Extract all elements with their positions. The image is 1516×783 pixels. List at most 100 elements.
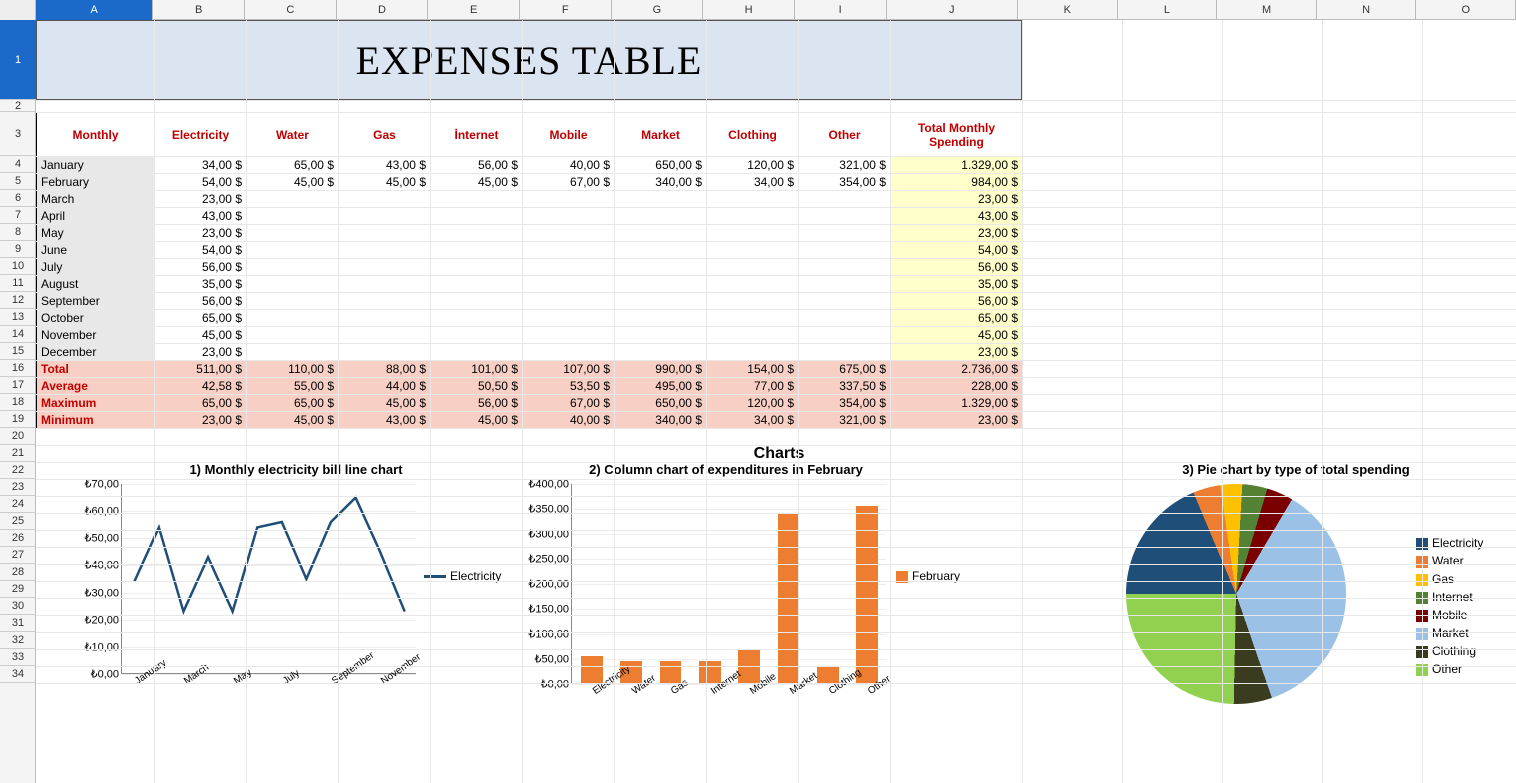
- row-header-31[interactable]: 31: [0, 615, 36, 632]
- row-header-9[interactable]: 9: [0, 241, 36, 258]
- table-header[interactable]: Total MonthlySpending: [891, 113, 1023, 157]
- data-cell[interactable]: [523, 242, 615, 259]
- col-header-O[interactable]: O: [1416, 0, 1516, 20]
- table-row[interactable]: June54,00 $54,00 $: [37, 242, 1023, 259]
- data-cell[interactable]: 45,00 $: [431, 174, 523, 191]
- data-cell[interactable]: [247, 293, 339, 310]
- row-header-1[interactable]: 1: [0, 20, 36, 100]
- table-header[interactable]: Market: [615, 113, 707, 157]
- total-cell[interactable]: 54,00 $: [891, 242, 1023, 259]
- row-header-19[interactable]: 19: [0, 411, 36, 428]
- total-cell[interactable]: 23,00 $: [891, 191, 1023, 208]
- table-header[interactable]: Other: [799, 113, 891, 157]
- summary-cell[interactable]: 56,00 $: [431, 395, 523, 412]
- data-cell[interactable]: [339, 191, 431, 208]
- col-header-B[interactable]: B: [153, 0, 245, 20]
- col-header-C[interactable]: C: [245, 0, 337, 20]
- table-row[interactable]: March23,00 $23,00 $: [37, 191, 1023, 208]
- data-cell[interactable]: [615, 225, 707, 242]
- data-cell[interactable]: 650,00 $: [615, 157, 707, 174]
- summary-label[interactable]: Average: [37, 378, 155, 395]
- data-cell[interactable]: 43,00 $: [339, 157, 431, 174]
- table-header[interactable]: İnternet: [431, 113, 523, 157]
- data-cell[interactable]: 40,00 $: [523, 157, 615, 174]
- data-cell[interactable]: [431, 225, 523, 242]
- data-cell[interactable]: [431, 259, 523, 276]
- data-cell[interactable]: [615, 327, 707, 344]
- col-header-J[interactable]: J: [887, 0, 1018, 20]
- row-header-10[interactable]: 10: [0, 258, 36, 275]
- data-cell[interactable]: [707, 259, 799, 276]
- summary-cell[interactable]: 55,00 $: [247, 378, 339, 395]
- data-cell[interactable]: [247, 242, 339, 259]
- row-header-2[interactable]: 2: [0, 100, 36, 112]
- summary-label[interactable]: Total: [37, 361, 155, 378]
- month-cell[interactable]: August: [37, 276, 155, 293]
- data-cell[interactable]: [523, 310, 615, 327]
- data-cell[interactable]: [339, 242, 431, 259]
- table-header[interactable]: Monthly: [37, 113, 155, 157]
- summary-cell[interactable]: 65,00 $: [155, 395, 247, 412]
- data-cell[interactable]: 34,00 $: [155, 157, 247, 174]
- month-cell[interactable]: November: [37, 327, 155, 344]
- data-cell[interactable]: [339, 344, 431, 361]
- row-header-17[interactable]: 17: [0, 377, 36, 394]
- data-cell[interactable]: [707, 191, 799, 208]
- summary-cell[interactable]: 321,00 $: [799, 412, 891, 429]
- data-cell[interactable]: 23,00 $: [155, 191, 247, 208]
- data-cell[interactable]: [247, 327, 339, 344]
- summary-cell[interactable]: 77,00 $: [707, 378, 799, 395]
- table-header[interactable]: Clothing: [707, 113, 799, 157]
- data-cell[interactable]: [247, 225, 339, 242]
- data-cell[interactable]: [431, 344, 523, 361]
- data-cell[interactable]: [615, 191, 707, 208]
- data-cell[interactable]: [339, 259, 431, 276]
- month-cell[interactable]: May: [37, 225, 155, 242]
- row-header-11[interactable]: 11: [0, 275, 36, 292]
- summary-cell[interactable]: 340,00 $: [615, 412, 707, 429]
- month-cell[interactable]: December: [37, 344, 155, 361]
- row-header-26[interactable]: 26: [0, 530, 36, 547]
- table-row[interactable]: May23,00 $23,00 $: [37, 225, 1023, 242]
- total-cell[interactable]: 43,00 $: [891, 208, 1023, 225]
- data-cell[interactable]: [707, 242, 799, 259]
- table-header[interactable]: Water: [247, 113, 339, 157]
- summary-cell[interactable]: 45,00 $: [247, 412, 339, 429]
- table-row[interactable]: January34,00 $65,00 $43,00 $56,00 $40,00…: [37, 157, 1023, 174]
- row-header-5[interactable]: 5: [0, 173, 36, 190]
- title-cell[interactable]: EXPENSES TABLE: [36, 20, 1022, 100]
- summary-cell[interactable]: 154,00 $: [707, 361, 799, 378]
- data-cell[interactable]: [339, 276, 431, 293]
- data-cell[interactable]: 45,00 $: [155, 327, 247, 344]
- data-cell[interactable]: [339, 327, 431, 344]
- row-header-33[interactable]: 33: [0, 649, 36, 666]
- data-cell[interactable]: [247, 344, 339, 361]
- table-row[interactable]: August35,00 $35,00 $: [37, 276, 1023, 293]
- data-cell[interactable]: [707, 327, 799, 344]
- selectall-corner[interactable]: [0, 0, 36, 20]
- summary-row[interactable]: Minimum23,00 $45,00 $43,00 $45,00 $40,00…: [37, 412, 1023, 429]
- col-header-M[interactable]: M: [1217, 0, 1317, 20]
- row-header-21[interactable]: 21: [0, 445, 36, 462]
- col-header-H[interactable]: H: [703, 0, 795, 20]
- total-cell[interactable]: 56,00 $: [891, 259, 1023, 276]
- summary-row[interactable]: Average42,58 $55,00 $44,00 $50,50 $53,50…: [37, 378, 1023, 395]
- summary-cell[interactable]: 45,00 $: [431, 412, 523, 429]
- data-cell[interactable]: 35,00 $: [155, 276, 247, 293]
- total-cell[interactable]: 984,00 $: [891, 174, 1023, 191]
- data-cell[interactable]: [615, 276, 707, 293]
- row-header-12[interactable]: 12: [0, 292, 36, 309]
- row-header-14[interactable]: 14: [0, 326, 36, 343]
- data-cell[interactable]: [707, 276, 799, 293]
- data-cell[interactable]: [523, 276, 615, 293]
- data-cell[interactable]: 54,00 $: [155, 242, 247, 259]
- data-cell[interactable]: 45,00 $: [247, 174, 339, 191]
- month-cell[interactable]: September: [37, 293, 155, 310]
- total-cell[interactable]: 45,00 $: [891, 327, 1023, 344]
- summary-total[interactable]: 228,00 $: [891, 378, 1023, 395]
- data-cell[interactable]: 65,00 $: [247, 157, 339, 174]
- data-cell[interactable]: [523, 259, 615, 276]
- col-header-I[interactable]: I: [795, 0, 887, 20]
- summary-cell[interactable]: 40,00 $: [523, 412, 615, 429]
- data-cell[interactable]: [799, 310, 891, 327]
